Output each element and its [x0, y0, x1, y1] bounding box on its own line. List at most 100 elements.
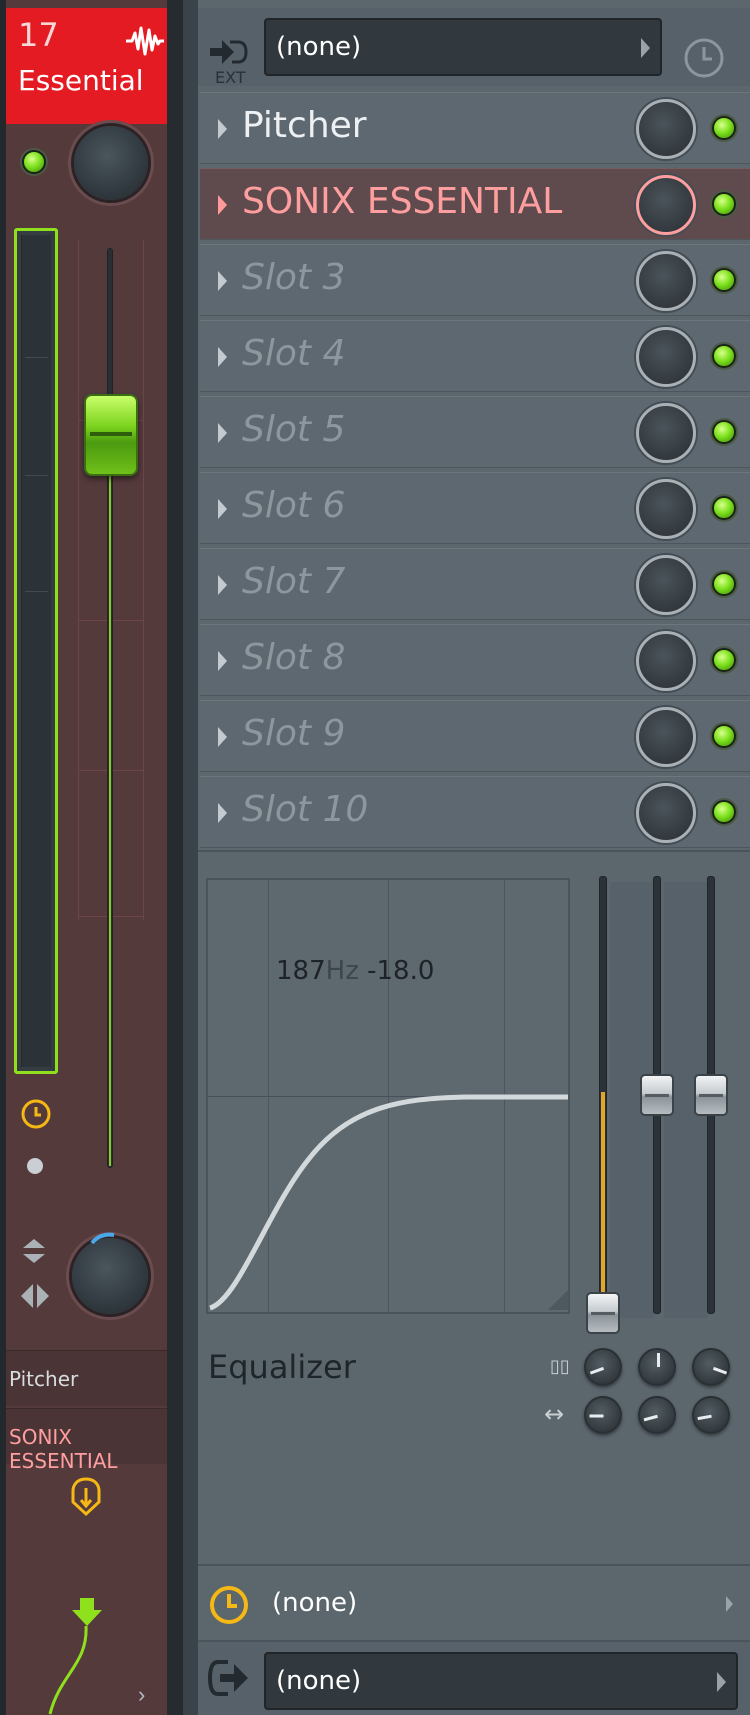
eq-graph[interactable]: 187Hz -18.0 — [206, 878, 570, 1314]
expand-arrow-icon[interactable] — [218, 727, 227, 747]
left-right-arrows-icon: ↔ — [544, 1400, 565, 1428]
time-select-value[interactable]: (none) — [272, 1588, 357, 1618]
pan-knob[interactable] — [74, 126, 148, 200]
effect-slot[interactable]: Slot 4 — [200, 320, 750, 392]
knob-indicator — [697, 1414, 712, 1421]
effect-slot-name[interactable]: Slot 9 — [242, 713, 345, 754]
slot-enable-led[interactable] — [712, 268, 736, 292]
dropdown-arrow-icon — [641, 38, 650, 58]
effect-slot-name[interactable]: Slot 7 — [242, 561, 345, 602]
input-bar: EXT (none) — [198, 8, 750, 87]
effect-slot-name[interactable]: Slot 6 — [242, 485, 345, 526]
mix-knob[interactable] — [636, 631, 696, 691]
mix-knob[interactable] — [636, 175, 696, 235]
expand-arrow-icon[interactable] — [218, 271, 227, 291]
input-select-value: (none) — [276, 32, 362, 62]
mix-knob[interactable] — [636, 479, 696, 539]
mix-knob[interactable] — [636, 707, 696, 767]
mix-knob[interactable] — [636, 403, 696, 463]
expand-arrow-icon[interactable] — [218, 499, 227, 519]
eq-band1-bw-knob[interactable] — [584, 1396, 622, 1434]
input-select[interactable]: (none) — [264, 18, 662, 76]
effect-slot[interactable]: Slot 9 — [200, 700, 750, 772]
effect-slot-name[interactable]: Slot 10 — [242, 789, 368, 830]
level-meter — [14, 228, 58, 1074]
mix-knob[interactable] — [636, 555, 696, 615]
effect-slot[interactable]: Pitcher — [200, 92, 750, 164]
eq-band3-freq-knob[interactable] — [692, 1348, 730, 1386]
strip-header[interactable]: 17 Essential — [6, 8, 167, 124]
effect-slot[interactable]: Slot 8 — [200, 624, 750, 696]
slot-enable-led[interactable] — [712, 572, 736, 596]
clock-icon[interactable] — [20, 1098, 52, 1130]
effect-slot[interactable]: Slot 6 — [200, 472, 750, 544]
track-name[interactable]: Essential — [18, 64, 144, 97]
clock-icon[interactable] — [208, 1584, 250, 1626]
stereo-separation-icon — [21, 1284, 49, 1308]
scale-edge — [143, 240, 144, 920]
dropdown-arrow-icon[interactable] — [726, 1596, 733, 1612]
mix-knob[interactable] — [636, 327, 696, 387]
mix-knob[interactable] — [636, 251, 696, 311]
record-arm-dot[interactable] — [27, 1158, 43, 1174]
effect-slot-name[interactable]: SONIX ESSENTIAL — [242, 181, 562, 222]
volume-fader-handle[interactable] — [84, 394, 138, 476]
eq-band2-fader-handle[interactable] — [640, 1074, 674, 1116]
eq-band2-freq-knob[interactable] — [638, 1348, 676, 1386]
effect-slot[interactable]: Slot 3 — [200, 244, 750, 316]
slot-enable-led[interactable] — [712, 420, 736, 444]
expand-arrow-icon[interactable] — [218, 347, 227, 367]
expand-arrow-icon[interactable] — [218, 575, 227, 595]
expand-arrow-icon[interactable] — [218, 651, 227, 671]
slot-enable-led[interactable] — [712, 344, 736, 368]
effects-panel: EXT (none) Pitcher SONIX ESSENTIAL Slot … — [198, 0, 750, 1715]
eq-curve — [208, 1094, 568, 1311]
effect-slot-name[interactable]: Slot 3 — [242, 257, 345, 298]
eq-band3-fader-handle[interactable] — [694, 1074, 728, 1116]
effect-slot-name[interactable]: Slot 5 — [242, 409, 345, 450]
stereo-separation-knob[interactable] — [72, 1238, 148, 1314]
clock-icon[interactable] — [682, 36, 726, 80]
mix-knob[interactable] — [636, 783, 696, 843]
expand-arrow-icon[interactable] — [218, 423, 227, 443]
eq-band3-bw-knob[interactable] — [692, 1396, 730, 1434]
time-offset-row[interactable]: (none) — [198, 1564, 750, 1640]
expand-arrow-icon[interactable] — [218, 803, 227, 823]
mix-knob[interactable] — [636, 99, 696, 159]
effect-slot-name[interactable]: Slot 8 — [242, 637, 345, 678]
output-row: (none) — [198, 1640, 750, 1715]
ext-label: EXT — [215, 68, 246, 87]
slot-enable-led[interactable] — [712, 496, 736, 520]
audio-output-icon[interactable] — [208, 1656, 252, 1700]
slot-enable-led[interactable] — [712, 648, 736, 672]
volume-fader-level — [109, 460, 111, 1166]
effect-slot-name[interactable]: Slot 4 — [242, 333, 345, 374]
route-icon[interactable] — [70, 1476, 102, 1518]
knob-indicator — [657, 1353, 660, 1367]
effect-slot[interactable]: Slot 5 — [200, 396, 750, 468]
expand-arrow-icon[interactable] — [218, 119, 227, 139]
effect-slot[interactable]: Slot 10 — [200, 776, 750, 848]
slot-enable-led[interactable] — [712, 800, 736, 824]
eq-band2-bw-knob[interactable] — [638, 1396, 676, 1434]
knob-indicator — [712, 1366, 728, 1375]
slot-enable-led[interactable] — [712, 116, 736, 140]
chevron-right-icon[interactable]: › — [138, 1682, 145, 1708]
mute-led[interactable] — [22, 150, 46, 174]
eq-band1-freq-knob[interactable] — [584, 1348, 622, 1386]
slot-enable-led[interactable] — [712, 192, 736, 216]
waveform-icon[interactable] — [124, 24, 166, 58]
bandwidth-icon: ▯▯ — [550, 1356, 570, 1377]
effect-slot[interactable]: SONIX ESSENTIAL — [200, 168, 750, 240]
effect-slot[interactable]: Slot 7 — [200, 548, 750, 620]
strip-slot-label[interactable]: SONIX ESSENTIAL — [6, 1408, 167, 1473]
expand-arrow-icon[interactable] — [218, 195, 227, 215]
equalizer-section: 187Hz -18.0 Equalizer ▯▯ ↔ — [198, 850, 750, 1550]
slot-enable-led[interactable] — [712, 724, 736, 748]
eq-band1-fader-handle[interactable] — [586, 1292, 620, 1334]
output-select[interactable]: (none) — [264, 1652, 738, 1710]
effect-slot-name[interactable]: Pitcher — [242, 105, 367, 146]
level-meter-inner — [21, 235, 51, 1067]
strip-slot-label[interactable]: Pitcher — [6, 1350, 167, 1406]
meter-tick — [25, 357, 48, 358]
